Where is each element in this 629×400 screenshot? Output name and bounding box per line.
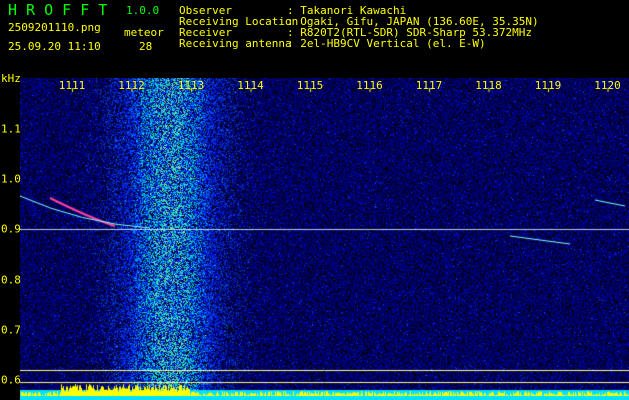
y-tick-label: 0.8 <box>1 273 21 287</box>
x-tick-label: 1120 <box>594 79 621 92</box>
datetime: 25.09.20 11:10 <box>8 40 101 53</box>
spectrogram <box>20 78 629 400</box>
x-tick-label: 1118 <box>475 79 502 92</box>
x-tick-label: 1113 <box>177 79 205 92</box>
y-tick-label: 0.7 <box>1 323 21 337</box>
meteor-label: meteor <box>124 26 164 39</box>
x-tick-label: 1115 <box>296 79 324 92</box>
info-value: : 2el-HB9CV Vertical (el. E-W) <box>287 37 486 50</box>
y-unit-label: kHz <box>1 72 21 85</box>
app-version: 1.0.0 <box>126 4 160 17</box>
app-title: H R O F F T <box>8 1 108 19</box>
file-name: 2509201110.png <box>8 21 101 34</box>
meteor-count: 28 <box>139 40 153 53</box>
y-tick-label: 0.6 <box>1 373 21 387</box>
x-tick-label: 1117 <box>415 79 443 92</box>
x-tick-label: 1116 <box>356 79 383 92</box>
x-tick-label: 1111 <box>58 79 86 92</box>
x-tick-label: 1119 <box>534 79 562 92</box>
y-tick-label: 1.0 <box>1 172 21 186</box>
y-tick-label: 1.1 <box>1 122 21 136</box>
x-tick-label: 1112 <box>118 79 145 92</box>
y-tick-label: 0.9 <box>1 222 21 236</box>
info-label: Receiving antenna <box>179 37 292 50</box>
x-tick-label: 1114 <box>237 79 264 92</box>
